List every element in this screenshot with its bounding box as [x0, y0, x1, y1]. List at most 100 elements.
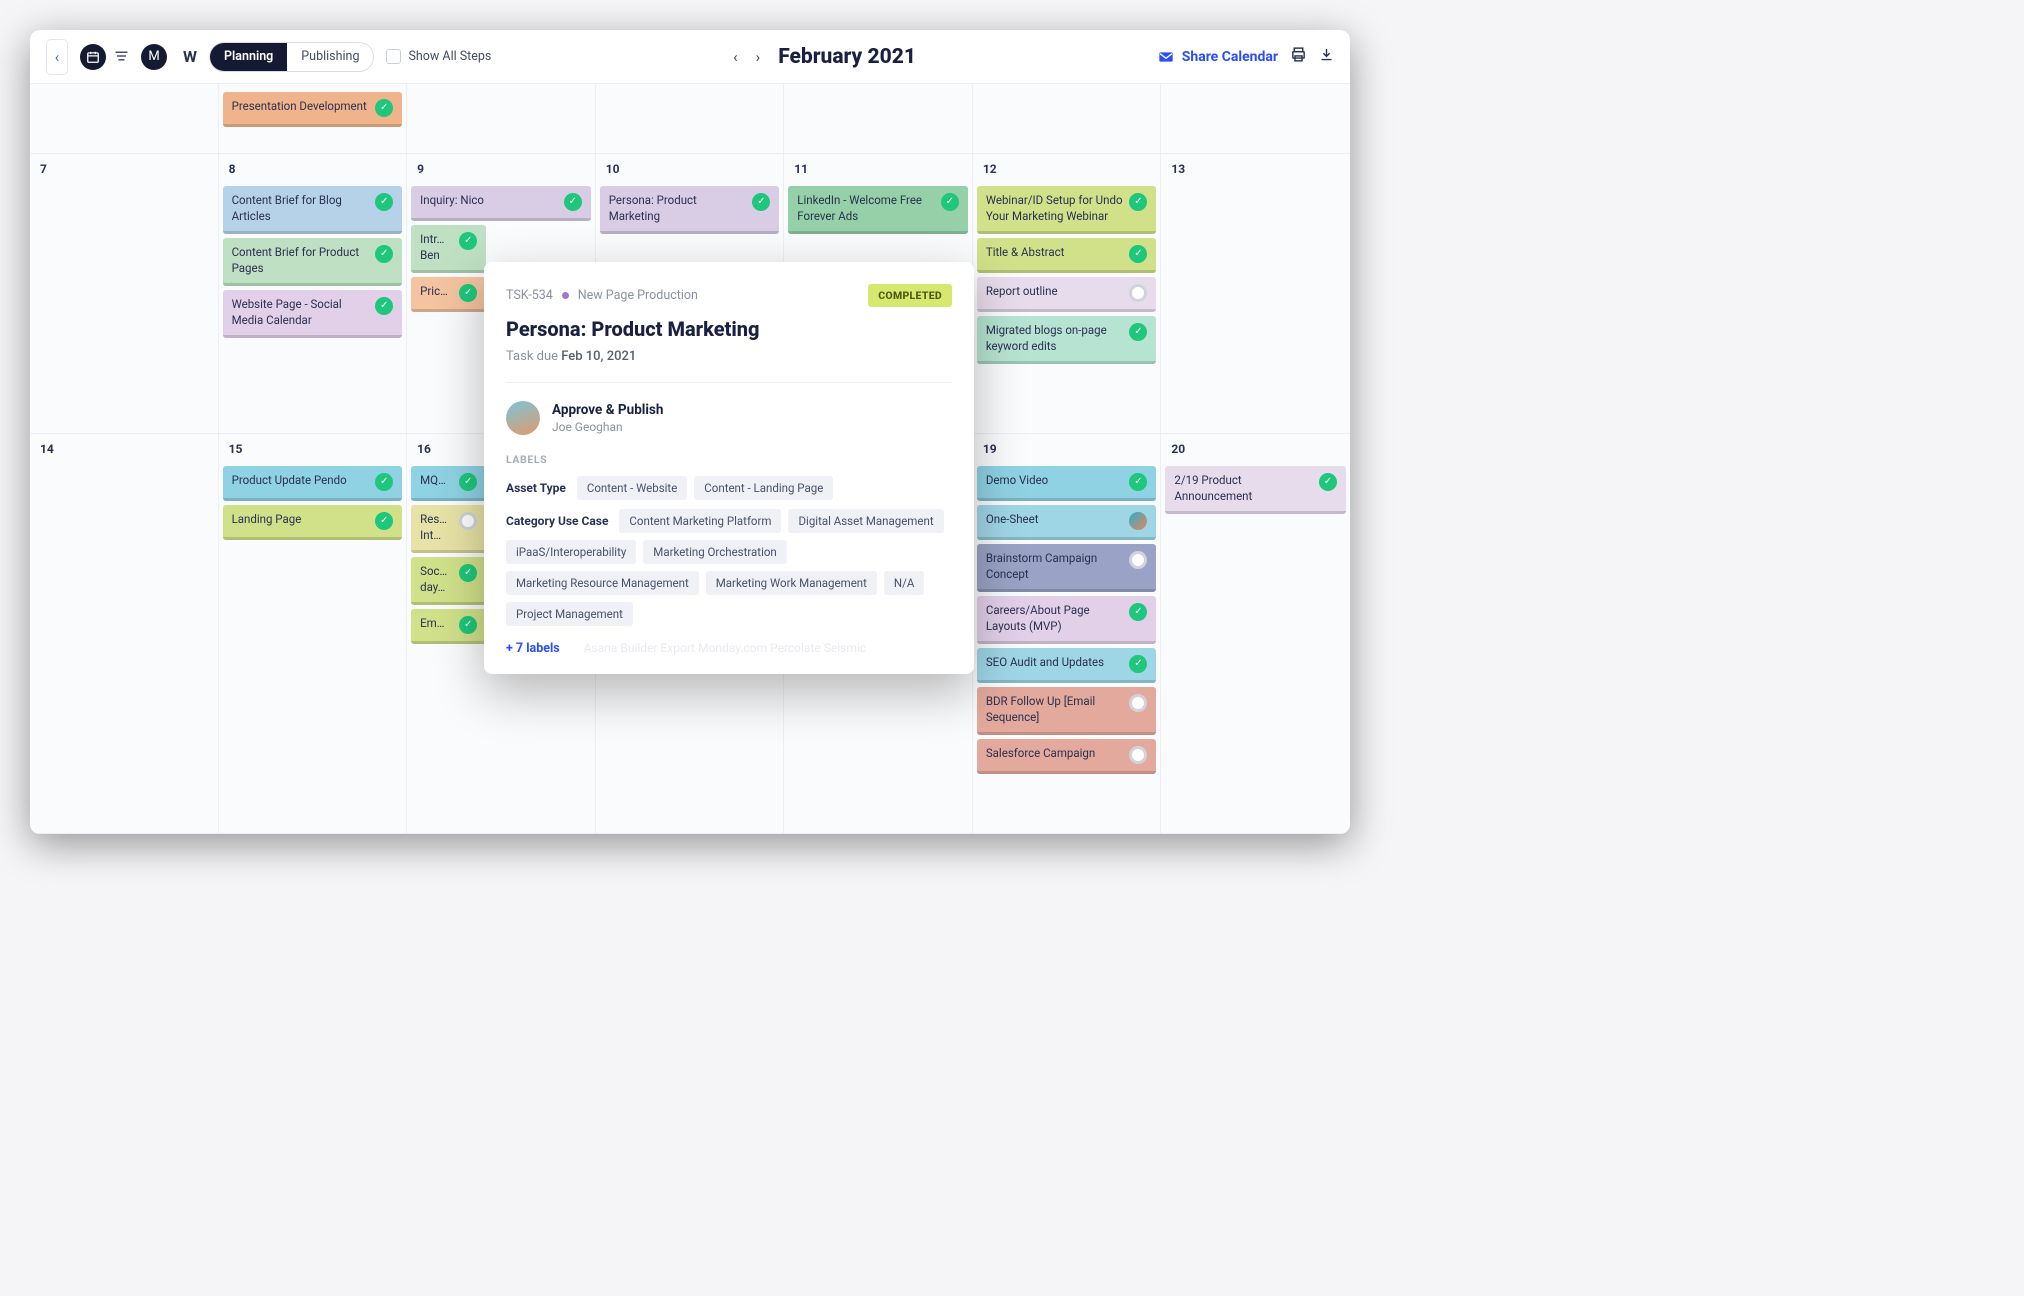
checkbox-icon: [386, 49, 401, 64]
mode-segmented: Planning Publishing: [209, 42, 374, 72]
task-card[interactable]: Intr… Ben✓: [411, 225, 486, 273]
check-icon: ✓: [752, 193, 770, 211]
step-name: Approve & Publish: [552, 402, 663, 418]
share-label: Share Calendar: [1182, 49, 1278, 65]
show-all-steps-checkbox[interactable]: Show All Steps: [386, 49, 491, 64]
check-icon: ✓: [1129, 655, 1147, 673]
month-nav: ‹ › February 2021: [503, 45, 1145, 69]
calendar-view-button[interactable]: [80, 44, 106, 70]
avatar: [459, 512, 477, 530]
check-icon: ✓: [375, 473, 393, 491]
avatar: [1129, 746, 1147, 764]
list-view-icon[interactable]: [114, 47, 129, 66]
task-card[interactable]: Landing Page✓: [223, 505, 403, 540]
task-card[interactable]: Presentation Development✓: [223, 92, 403, 127]
task-card[interactable]: Migrated blogs on-page keyword edits✓: [977, 316, 1157, 364]
check-icon: ✓: [375, 99, 393, 117]
task-card[interactable]: One-Sheet: [977, 505, 1157, 540]
label-row-category: Category Use Case Content Marketing Plat…: [506, 509, 952, 626]
task-title: Persona: Product Marketing: [506, 317, 952, 341]
check-icon: ✓: [1129, 245, 1147, 263]
label-chip[interactable]: Content Marketing Platform: [619, 509, 781, 533]
avatar: [1129, 512, 1147, 530]
label-chip[interactable]: Content - Website: [577, 476, 687, 500]
task-card[interactable]: Demo Video✓: [977, 466, 1157, 501]
task-card[interactable]: Em…✓: [411, 609, 486, 644]
label-chip[interactable]: N/A: [884, 571, 924, 595]
print-button[interactable]: [1290, 46, 1307, 67]
task-card[interactable]: LinkedIn - Welcome Free Forever Ads✓: [788, 186, 968, 234]
task-id: TSK-534: [506, 288, 553, 303]
ghost-labels: Asana Builder Export Monday.com Percolat…: [584, 641, 866, 655]
label-chip[interactable]: Project Management: [506, 602, 633, 626]
seg-publishing[interactable]: Publishing: [287, 43, 373, 71]
check-icon: ✓: [375, 297, 393, 315]
more-labels-link[interactable]: + 7 labels: [506, 641, 560, 656]
check-icon: ✓: [459, 616, 477, 634]
category-dot-icon: [562, 292, 569, 299]
task-card[interactable]: BDR Follow Up [Email Sequence]: [977, 687, 1157, 735]
label-chip[interactable]: Marketing Resource Management: [506, 571, 699, 595]
check-icon: ✓: [375, 245, 393, 263]
label-row-asset: Asset Type Content - Website Content - L…: [506, 476, 952, 500]
task-card[interactable]: Res… Int…: [411, 505, 486, 553]
w-badge[interactable]: W: [183, 47, 197, 66]
toolbar: ‹ M W Planning Publishing Show All Steps…: [30, 30, 1350, 84]
download-button[interactable]: [1319, 46, 1334, 67]
assignee-name: Joe Geoghan: [552, 420, 663, 434]
status-badge: COMPLETED: [868, 284, 952, 307]
task-card[interactable]: Soc… day…✓: [411, 557, 486, 605]
next-month-button[interactable]: ›: [756, 48, 761, 66]
month-label: February 2021: [778, 45, 916, 69]
task-card[interactable]: Report outline: [977, 277, 1157, 312]
check-icon: ✓: [1319, 473, 1337, 491]
task-card[interactable]: Salesforce Campaign: [977, 739, 1157, 774]
check-icon: ✓: [459, 232, 477, 250]
mail-icon: [1158, 50, 1174, 64]
task-card[interactable]: Persona: Product Marketing✓: [600, 186, 780, 234]
share-calendar-button[interactable]: Share Calendar: [1158, 49, 1278, 65]
check-icon: ✓: [941, 193, 959, 211]
check-icon: ✓: [1129, 473, 1147, 491]
task-card[interactable]: MQ…✓: [411, 466, 486, 501]
label-chip[interactable]: iPaaS/Interoperability: [506, 540, 636, 564]
calendar-row: Presentation Development✓: [30, 84, 1350, 154]
label-chip[interactable]: Marketing Orchestration: [643, 540, 786, 564]
task-card[interactable]: Webinar/ID Setup for Undo Your Marketing…: [977, 186, 1157, 234]
labels-heading: LABELS: [506, 453, 952, 466]
show-all-label: Show All Steps: [408, 49, 491, 64]
avatar: [1129, 551, 1147, 569]
back-button[interactable]: ‹: [46, 39, 68, 75]
task-card[interactable]: Product Update Pendo✓: [223, 466, 403, 501]
avatar: [506, 401, 540, 435]
task-card[interactable]: Brainstorm Campaign Concept: [977, 544, 1157, 592]
check-icon: ✓: [1129, 323, 1147, 341]
task-card[interactable]: Careers/About Page Layouts (MVP)✓: [977, 596, 1157, 644]
assignee-block: Approve & Publish Joe Geoghan: [506, 401, 952, 435]
avatar: [1129, 284, 1147, 302]
prev-month-button[interactable]: ‹: [733, 48, 738, 66]
check-icon: ✓: [1129, 193, 1147, 211]
task-card[interactable]: 2/19 Product Announcement✓: [1165, 466, 1346, 514]
label-chip[interactable]: Content - Landing Page: [694, 476, 833, 500]
task-card[interactable]: Content Brief for Blog Articles✓: [223, 186, 403, 234]
task-card[interactable]: Title & Abstract✓: [977, 238, 1157, 273]
task-card[interactable]: Website Page - Social Media Calendar✓: [223, 290, 403, 338]
task-card[interactable]: Content Brief for Product Pages✓: [223, 238, 403, 286]
check-icon: ✓: [459, 473, 477, 491]
check-icon: ✓: [459, 564, 477, 582]
check-icon: ✓: [375, 193, 393, 211]
task-card[interactable]: SEO Audit and Updates✓: [977, 648, 1157, 683]
check-icon: ✓: [1129, 603, 1147, 621]
task-popover: TSK-534 New Page Production COMPLETED Pe…: [484, 262, 974, 674]
task-card[interactable]: Inquiry: Nico✓: [411, 186, 591, 221]
m-badge[interactable]: M: [141, 44, 167, 70]
label-chip[interactable]: Marketing Work Management: [706, 571, 877, 595]
task-breadcrumb: New Page Production: [578, 288, 698, 303]
check-icon: ✓: [459, 284, 477, 302]
check-icon: ✓: [375, 512, 393, 530]
check-icon: ✓: [564, 193, 582, 211]
label-chip[interactable]: Digital Asset Management: [788, 509, 943, 533]
seg-planning[interactable]: Planning: [210, 43, 287, 71]
task-card[interactable]: Pric…✓: [411, 277, 486, 312]
